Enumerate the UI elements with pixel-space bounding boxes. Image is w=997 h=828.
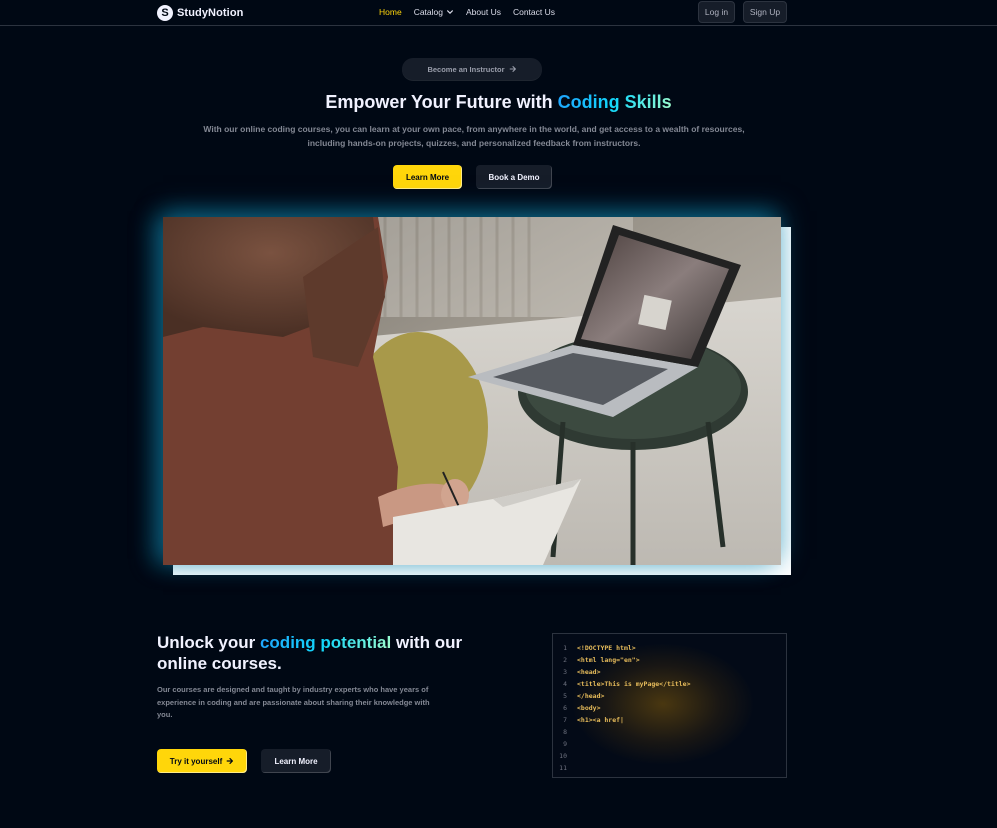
- code-line: 6 <body>: [553, 702, 786, 714]
- hero-title-highlight: Coding Skills: [557, 92, 672, 112]
- line-number: 2: [563, 656, 567, 664]
- code-line: 3 <head>: [553, 666, 786, 678]
- try-it-yourself-label: Try it yourself: [169, 756, 223, 766]
- become-instructor-button[interactable]: Become an Instructor: [402, 58, 542, 80]
- line-number: 3: [563, 668, 567, 676]
- line-number: 8: [563, 728, 567, 736]
- code-section-title-part1: Unlock your: [157, 633, 260, 652]
- learn-more-secondary-button[interactable]: Learn More: [261, 749, 331, 773]
- hero-video[interactable]: [163, 217, 781, 565]
- nav-link-contact[interactable]: Contact Us: [513, 7, 555, 17]
- code-line: 8: [553, 726, 786, 738]
- navbar: S StudyNotion Home Catalog About Us Cont…: [0, 0, 997, 26]
- code-section-subtitle: Our courses are designed and taught by i…: [157, 685, 430, 719]
- nav-link-catalog[interactable]: Catalog: [414, 7, 454, 17]
- logo-text: StudyNotion: [177, 7, 244, 19]
- line-number: 4: [563, 680, 567, 688]
- code-text: <body>: [577, 704, 601, 712]
- code-line: 5 </head>: [553, 690, 786, 702]
- code-section-title-highlight: coding potential: [259, 633, 392, 652]
- book-demo-button[interactable]: Book a Demo: [476, 165, 552, 189]
- student-laptop-image: [163, 217, 781, 565]
- signup-button[interactable]: Sign Up: [743, 1, 787, 23]
- code-text: </head>: [577, 692, 605, 700]
- line-number: 5: [563, 692, 567, 700]
- code-text: <h1><a href|: [577, 716, 624, 724]
- code-line: 2 <html lang="en">: [553, 654, 786, 666]
- nav-link-catalog-label: Catalog: [413, 7, 443, 17]
- logo[interactable]: S StudyNotion: [157, 4, 243, 22]
- nav-links: Home Catalog About Us Contact Us: [379, 7, 555, 17]
- line-number: 7: [563, 716, 567, 724]
- nav-link-about[interactable]: About Us: [466, 7, 501, 17]
- line-number: 11: [559, 764, 567, 772]
- line-number: 9: [563, 740, 567, 748]
- hero-title-plain: Empower Your Future with: [325, 92, 558, 112]
- code-text: <title>This is myPage</title>: [577, 680, 691, 688]
- try-it-yourself-button[interactable]: Try it yourself: [157, 749, 247, 773]
- code-text: <head>: [577, 668, 601, 676]
- hero-title: Empower Your Future with Coding Skills: [0, 92, 997, 113]
- code-text: <!DOCTYPE html>: [577, 644, 636, 652]
- become-instructor-label: Become an Instructor: [427, 64, 505, 74]
- code-line: 4 <title>This is myPage</title>: [553, 678, 786, 690]
- code-line: 1 <!DOCTYPE html>: [553, 642, 786, 654]
- learn-more-button[interactable]: Learn More: [393, 165, 462, 189]
- code-text: <html lang="en">: [577, 656, 640, 664]
- line-number: 10: [559, 752, 567, 760]
- line-number: 6: [563, 704, 567, 712]
- nav-link-home[interactable]: Home: [379, 7, 402, 17]
- code-lines: 1 <!DOCTYPE html> 2 <html lang="en"> 3 <hea…: [553, 642, 786, 774]
- code-line: 11: [553, 762, 786, 774]
- code-section-title: Unlock your coding potential with our on…: [157, 632, 477, 674]
- line-number: 1: [563, 644, 567, 652]
- hero-subtitle: With our online coding courses, you can …: [203, 124, 745, 148]
- chevron-down-icon: [447, 10, 453, 14]
- code-line: 10: [553, 750, 786, 762]
- code-line: 9: [553, 738, 786, 750]
- code-editor: 1 <!DOCTYPE html> 2 <html lang="en"> 3 <hea…: [552, 633, 787, 778]
- login-button[interactable]: Log in: [698, 1, 735, 23]
- code-line: 7 <h1><a href|: [553, 714, 786, 726]
- arrow-right-icon: [509, 66, 516, 72]
- arrow-right-icon: [226, 758, 234, 764]
- logo-badge-icon: S: [157, 5, 173, 21]
